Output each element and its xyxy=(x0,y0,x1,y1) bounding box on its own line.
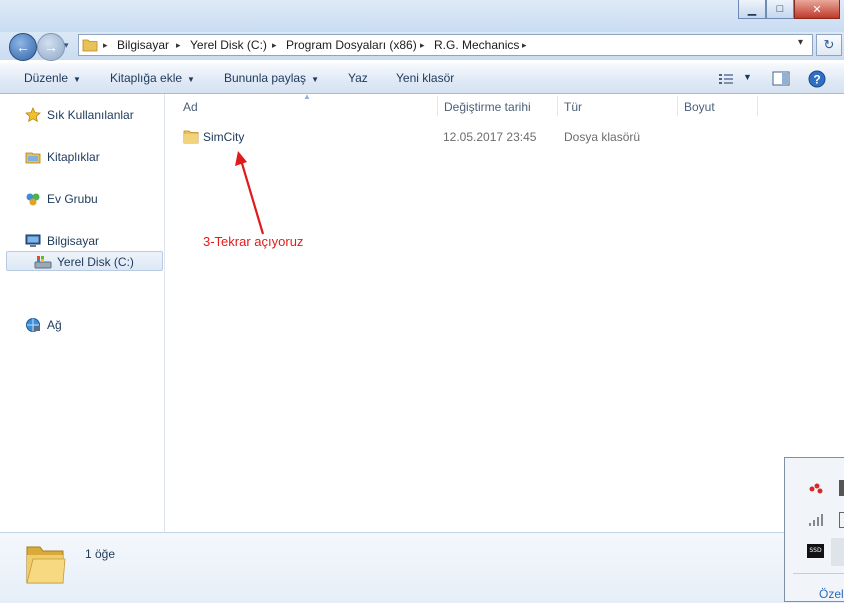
nav-item-label: Bilgisayar xyxy=(47,234,100,248)
address-bar[interactable]: ▸ Bilgisayar ▸ Yerel Disk (C:) ▸ Program… xyxy=(78,34,813,56)
flag-icon[interactable] xyxy=(839,512,844,528)
title-bar xyxy=(0,0,844,32)
close-button[interactable]: ✕ xyxy=(794,0,840,19)
column-divider[interactable] xyxy=(557,96,558,116)
forward-button[interactable]: → xyxy=(37,33,65,61)
folder-icon xyxy=(82,39,98,52)
annotation-arrow xyxy=(235,151,265,235)
library-icon xyxy=(24,149,42,165)
nav-item-computer[interactable]: Bilgisayar xyxy=(24,232,99,250)
caption-buttons: ▁ □ ✕ xyxy=(738,0,840,20)
details-pane: 1 öğe xyxy=(0,532,844,603)
include-in-library-button[interactable]: Kitaplığa ekle ▼ xyxy=(110,63,195,94)
file-type: Dosya klasörü xyxy=(564,130,641,144)
drive-icon xyxy=(34,254,52,270)
file-row[interactable]: SimCity 12.05.2017 23:45 Dosya klasörü xyxy=(178,126,778,148)
burn-button[interactable]: Yaz xyxy=(348,63,368,94)
signal-bars-icon[interactable] xyxy=(807,512,825,528)
chevron-down-icon: ▼ xyxy=(187,75,195,84)
folder-icon xyxy=(26,546,66,584)
breadcrumb-separator[interactable]: ▸ xyxy=(272,35,277,55)
command-bar: Düzenle ▼ Kitaplığa ekle ▼ Bununla paylaş ▼… xyxy=(0,62,844,94)
minimize-button[interactable]: ▁ xyxy=(738,0,766,19)
nav-item-label: Kitaplıklar xyxy=(47,150,100,164)
column-header-date-modified[interactable]: Değiştirme tarihi xyxy=(444,94,531,118)
view-options-icon[interactable] xyxy=(718,72,734,86)
nav-item-homegroup[interactable]: Ev Grubu xyxy=(24,190,98,208)
customize-link[interactable]: Özel xyxy=(819,587,844,601)
help-icon[interactable]: ? xyxy=(808,70,826,88)
new-folder-button[interactable]: Yeni klasör xyxy=(396,63,454,94)
view-dropdown-icon[interactable]: ▼ xyxy=(743,72,752,82)
chevron-down-icon: ▼ xyxy=(311,75,319,84)
status-item-count: 1 öğe xyxy=(85,547,116,561)
breadcrumb-rg-mechanics[interactable]: R.G. Mechanics xyxy=(434,35,519,55)
refresh-button[interactable]: ↻ xyxy=(816,34,842,56)
chevron-down-icon: ▼ xyxy=(73,75,81,84)
maximize-button[interactable]: □ xyxy=(766,0,794,19)
preview-pane-icon[interactable] xyxy=(772,71,790,86)
file-name: SimCity xyxy=(203,130,245,144)
breadcrumb-separator[interactable]: ▸ xyxy=(103,35,108,55)
nav-item-favorites[interactable]: Sık Kullanılanlar xyxy=(24,106,134,124)
nav-item-label: Sık Kullanılanlar xyxy=(47,108,134,122)
share-with-button[interactable]: Bununla paylaş ▼ xyxy=(224,63,319,94)
breadcrumb-computer[interactable]: Bilgisayar xyxy=(117,35,169,55)
sort-indicator-icon: ▲ xyxy=(303,92,311,101)
network-icon xyxy=(24,317,42,333)
breadcrumb-separator[interactable]: ▸ xyxy=(176,35,181,55)
organize-label: Düzenle xyxy=(24,71,69,85)
column-divider[interactable] xyxy=(757,96,758,116)
homegroup-icon xyxy=(24,191,42,207)
breadcrumb-separator[interactable]: ▸ xyxy=(420,35,425,55)
nav-item-label: Ağ xyxy=(47,318,62,332)
column-header-name[interactable]: Ad xyxy=(183,94,198,118)
include-library-label: Kitaplığa ekle xyxy=(110,71,183,85)
usb-device-icon[interactable] xyxy=(839,480,844,496)
share-with-label: Bununla paylaş xyxy=(224,71,307,85)
nav-item-local-disk[interactable]: Yerel Disk (C:) xyxy=(34,253,134,271)
nav-item-libraries[interactable]: Kitaplıklar xyxy=(24,148,100,166)
tray-popup: SSD Özel xyxy=(784,457,844,602)
nav-item-label: Ev Grubu xyxy=(47,192,98,206)
file-date-modified: 12.05.2017 23:45 xyxy=(443,130,537,144)
computer-icon xyxy=(24,233,42,249)
selected-tray-slot[interactable] xyxy=(831,538,844,566)
red-app-icon[interactable] xyxy=(807,480,825,496)
back-button[interactable]: ← xyxy=(9,33,37,61)
annotation-text: 3-Tekrar açıyoruz xyxy=(203,234,304,249)
organize-button[interactable]: Düzenle ▼ xyxy=(24,63,81,94)
breadcrumb-local-disk[interactable]: Yerel Disk (C:) xyxy=(190,35,267,55)
column-header-type[interactable]: Tür xyxy=(564,94,582,118)
ssd-icon[interactable]: SSD xyxy=(807,544,824,558)
tray-divider xyxy=(793,573,844,574)
breadcrumb-separator[interactable]: ▸ xyxy=(522,35,527,55)
breadcrumb-program-files[interactable]: Program Dosyaları (x86) xyxy=(286,35,417,55)
address-dropdown-button[interactable]: ▾ xyxy=(798,37,803,48)
nav-item-label: Yerel Disk (C:) xyxy=(57,255,134,269)
recent-pages-dropdown[interactable]: ▾ xyxy=(64,40,69,51)
column-divider[interactable] xyxy=(437,96,438,116)
star-icon xyxy=(24,107,42,123)
svg-text:?: ? xyxy=(813,73,820,87)
nav-item-network[interactable]: Ağ xyxy=(24,316,62,334)
column-divider[interactable] xyxy=(677,96,678,116)
folder-icon xyxy=(183,130,199,144)
column-header-size[interactable]: Boyut xyxy=(684,94,715,118)
